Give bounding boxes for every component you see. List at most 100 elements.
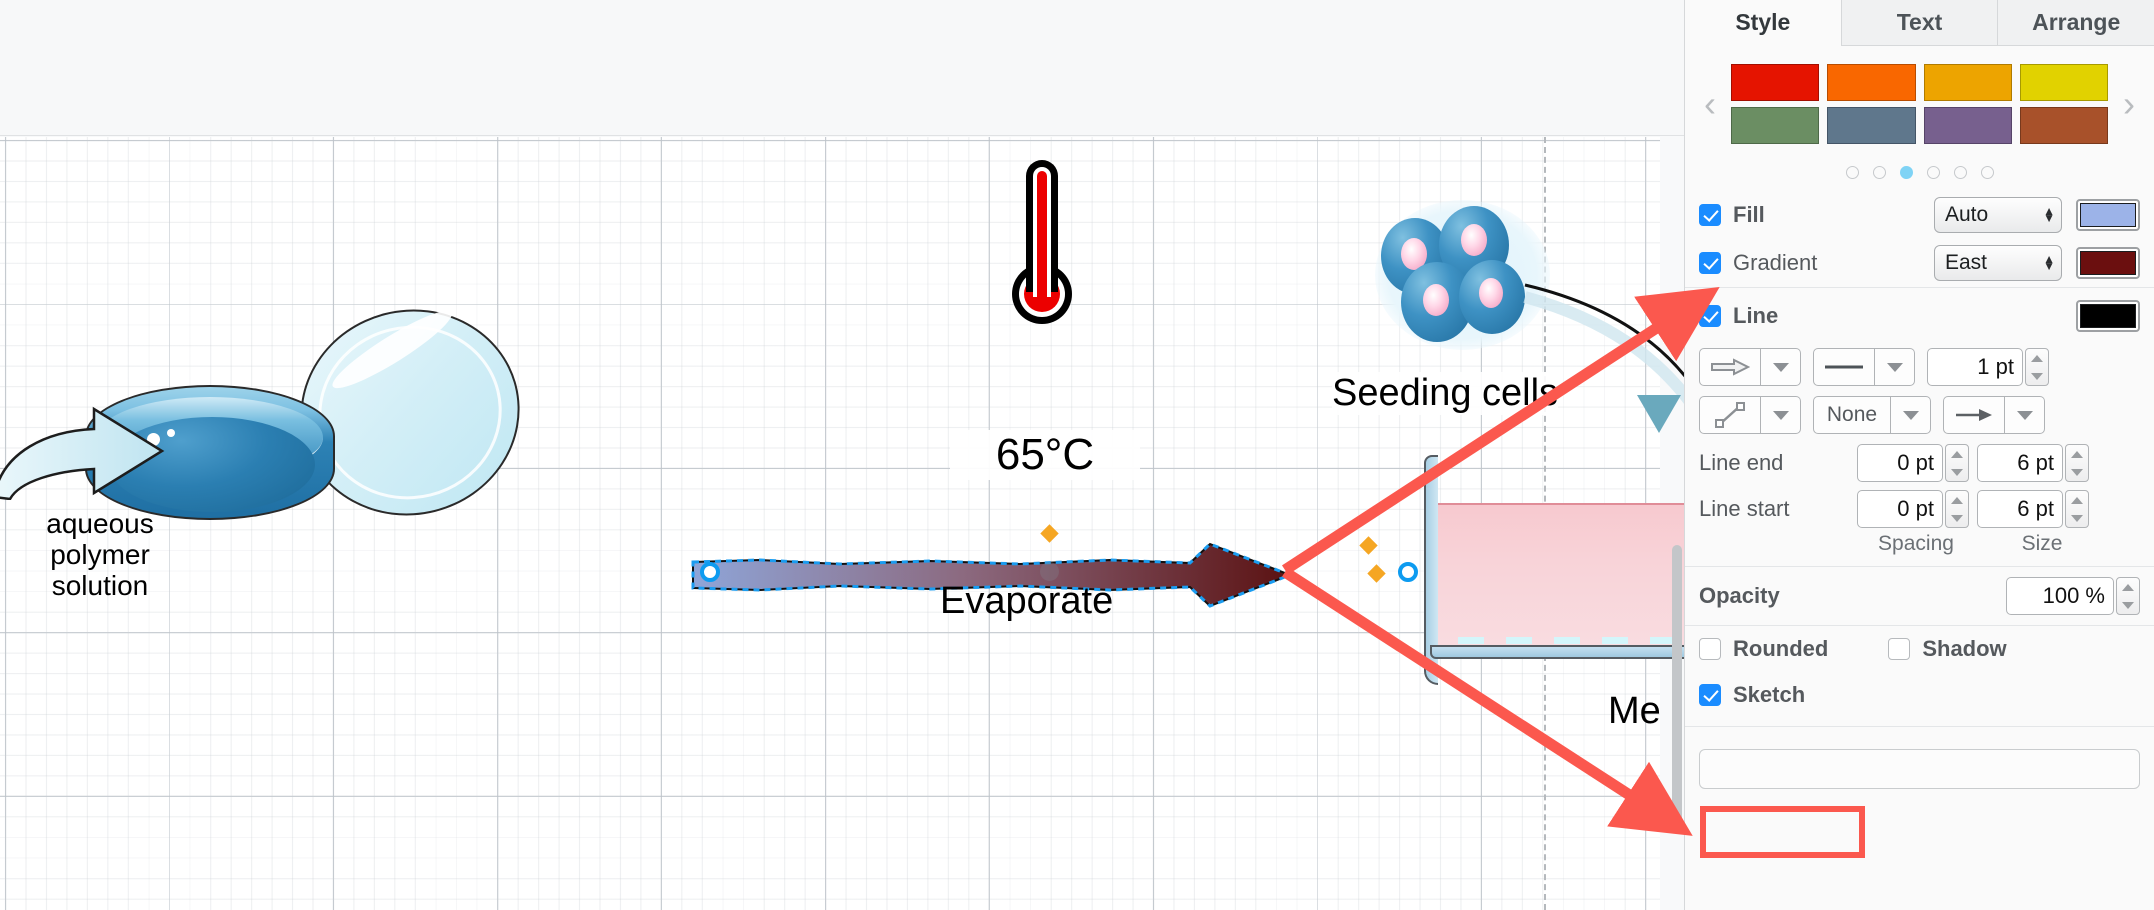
swatch-pagination bbox=[1685, 156, 2154, 191]
gradient-row: Gradient East ▲ ▼ bbox=[1699, 239, 2140, 287]
label-line: aqueous bbox=[46, 508, 154, 539]
resize-handle-end[interactable] bbox=[1398, 562, 1418, 582]
sketch-checkbox[interactable] bbox=[1699, 684, 1721, 706]
chevron-down-icon bbox=[1772, 410, 1789, 420]
line-end-style-dropdown[interactable] bbox=[2005, 396, 2045, 434]
line-pattern-group bbox=[1813, 348, 1915, 386]
size-header: Size bbox=[2021, 532, 2063, 555]
diagram-canvas[interactable]: aqueous polymer solution 65°C Seeding ce… bbox=[0, 0, 1684, 910]
line-checkbox[interactable] bbox=[1699, 305, 1721, 327]
select-spinner-icon: ▲ ▼ bbox=[2043, 204, 2055, 225]
lid-highlight bbox=[325, 301, 459, 398]
swatch-orange[interactable] bbox=[1827, 64, 1916, 101]
opacity-row: Opacity 100 % bbox=[1699, 567, 2140, 625]
line-end-spacing-stepper[interactable] bbox=[1945, 444, 1969, 482]
page-dot-active[interactable] bbox=[1899, 166, 1913, 179]
double-arrow-icon bbox=[1711, 358, 1750, 376]
swatch-prev-icon[interactable]: ‹ bbox=[1693, 86, 1727, 122]
page-dot[interactable] bbox=[1872, 166, 1886, 179]
tab-style[interactable]: Style bbox=[1685, 0, 1841, 46]
line-end-row: Line end 0 pt 6 pt bbox=[1699, 440, 2140, 486]
gradient-color-button[interactable] bbox=[2076, 247, 2140, 279]
opacity-input[interactable]: 100 % bbox=[2006, 577, 2114, 615]
line-end-style-button[interactable] bbox=[1943, 396, 2005, 434]
temperature-label: 65°C bbox=[950, 430, 1140, 480]
line-end-size-input[interactable]: 6 pt bbox=[1977, 444, 2063, 482]
gradient-checkbox[interactable] bbox=[1699, 252, 1721, 274]
swatch-yellow[interactable] bbox=[2019, 64, 2108, 101]
waypoint-style-dropdown[interactable] bbox=[1761, 396, 1801, 434]
fill-style-value: Auto bbox=[1945, 203, 1989, 226]
line-width-stepper[interactable] bbox=[2025, 348, 2049, 386]
fill-section: Fill Auto ▲ ▼ Gradient East ▲ ▼ bbox=[1685, 191, 2154, 288]
opacity-section: Opacity 100 % bbox=[1685, 567, 2154, 626]
style-swatch-picker: ‹ › bbox=[1685, 46, 2154, 156]
swatch-brown[interactable] bbox=[2019, 107, 2108, 144]
page-dot[interactable] bbox=[1953, 166, 1967, 179]
stepper-down-icon bbox=[2031, 372, 2043, 380]
swatch-purple[interactable] bbox=[1923, 107, 2012, 144]
line-end-size-stepper[interactable] bbox=[2065, 444, 2089, 482]
fill-checkbox[interactable] bbox=[1699, 204, 1721, 226]
panel-bottom-button[interactable] bbox=[1699, 749, 2140, 789]
waypoint-style-group bbox=[1699, 396, 1801, 434]
stepper-down-icon bbox=[1951, 468, 1963, 476]
gradient-direction-value: East bbox=[1945, 251, 1988, 274]
line-end-spacing-input[interactable]: 0 pt bbox=[1857, 444, 1943, 482]
line-width-input[interactable]: 1 pt bbox=[1927, 348, 2023, 386]
opacity-stepper[interactable] bbox=[2116, 577, 2140, 615]
swatch-blue-gray[interactable] bbox=[1827, 107, 1916, 144]
stepper-up-icon bbox=[2122, 583, 2134, 591]
arrow-style-group bbox=[1699, 348, 1801, 386]
page-dot[interactable] bbox=[1926, 166, 1940, 179]
line-start-style-dropdown[interactable] bbox=[1891, 396, 1931, 434]
sketch-row: Sketch bbox=[1699, 672, 2140, 718]
page-dot[interactable] bbox=[1845, 166, 1859, 179]
solid-line-icon bbox=[1825, 365, 1863, 369]
fill-label: Fill bbox=[1733, 202, 1765, 227]
sketch-label: Sketch bbox=[1733, 682, 1806, 707]
shadow-label: Shadow bbox=[1922, 636, 2007, 661]
resize-handle-start[interactable] bbox=[700, 562, 720, 582]
swatch-red[interactable] bbox=[1731, 64, 1820, 101]
vessel-medium bbox=[1438, 503, 1684, 645]
fill-row: Fill Auto ▲ ▼ bbox=[1699, 191, 2140, 239]
tab-text[interactable]: Text bbox=[1840, 0, 1998, 46]
swatch-next-icon[interactable]: › bbox=[2112, 86, 2146, 122]
line-end-label: Line end bbox=[1699, 450, 1784, 475]
line-pattern-dropdown[interactable] bbox=[1875, 348, 1915, 386]
line-pattern-button[interactable] bbox=[1813, 348, 1875, 386]
thermometer-icon bbox=[1000, 160, 1085, 340]
opacity-label: Opacity bbox=[1699, 583, 1780, 608]
midpoint-handle[interactable] bbox=[1040, 562, 1059, 581]
fill-color-button[interactable] bbox=[2076, 199, 2140, 231]
swatch-amber[interactable] bbox=[1923, 64, 2012, 101]
canvas-vertical-scrollbar[interactable] bbox=[1672, 545, 1682, 825]
line-start-spacing-stepper[interactable] bbox=[1945, 490, 1969, 528]
line-start-style-button[interactable]: None bbox=[1813, 396, 1891, 434]
line-color-button[interactable] bbox=[2076, 300, 2140, 332]
fill-style-select[interactable]: Auto ▲ ▼ bbox=[1934, 197, 2062, 233]
rounded-label: Rounded bbox=[1733, 636, 1829, 661]
arrow-style-button[interactable] bbox=[1699, 348, 1761, 386]
page-dot[interactable] bbox=[1980, 166, 1994, 179]
tab-arrange[interactable]: Arrange bbox=[1997, 0, 2154, 46]
culture-vessel-illustration[interactable] bbox=[1410, 455, 1684, 685]
line-start-row: Line start 0 pt 6 pt bbox=[1699, 486, 2140, 532]
label-line: polymer bbox=[50, 539, 150, 570]
gradient-direction-select[interactable]: East ▲ ▼ bbox=[1934, 245, 2062, 281]
rounded-checkbox[interactable] bbox=[1699, 638, 1721, 660]
evaporate-label: Evaporate bbox=[940, 580, 1114, 622]
arrow-style-dropdown[interactable] bbox=[1761, 348, 1801, 386]
medium-label: Me bbox=[1608, 690, 1661, 732]
stepper-up-icon bbox=[2071, 496, 2083, 504]
line-start-size-stepper[interactable] bbox=[2065, 490, 2089, 528]
shadow-checkbox[interactable] bbox=[1888, 638, 1911, 660]
line-start-spacing-input[interactable]: 0 pt bbox=[1857, 490, 1943, 528]
label-line: solution bbox=[51, 570, 149, 601]
cells-connector-curve bbox=[1523, 283, 1684, 404]
swatch-green[interactable] bbox=[1731, 107, 1820, 144]
waypoint-style-button[interactable] bbox=[1699, 396, 1761, 434]
line-start-size-input[interactable]: 6 pt bbox=[1977, 490, 2063, 528]
app-root: aqueous polymer solution 65°C Seeding ce… bbox=[0, 0, 2154, 910]
